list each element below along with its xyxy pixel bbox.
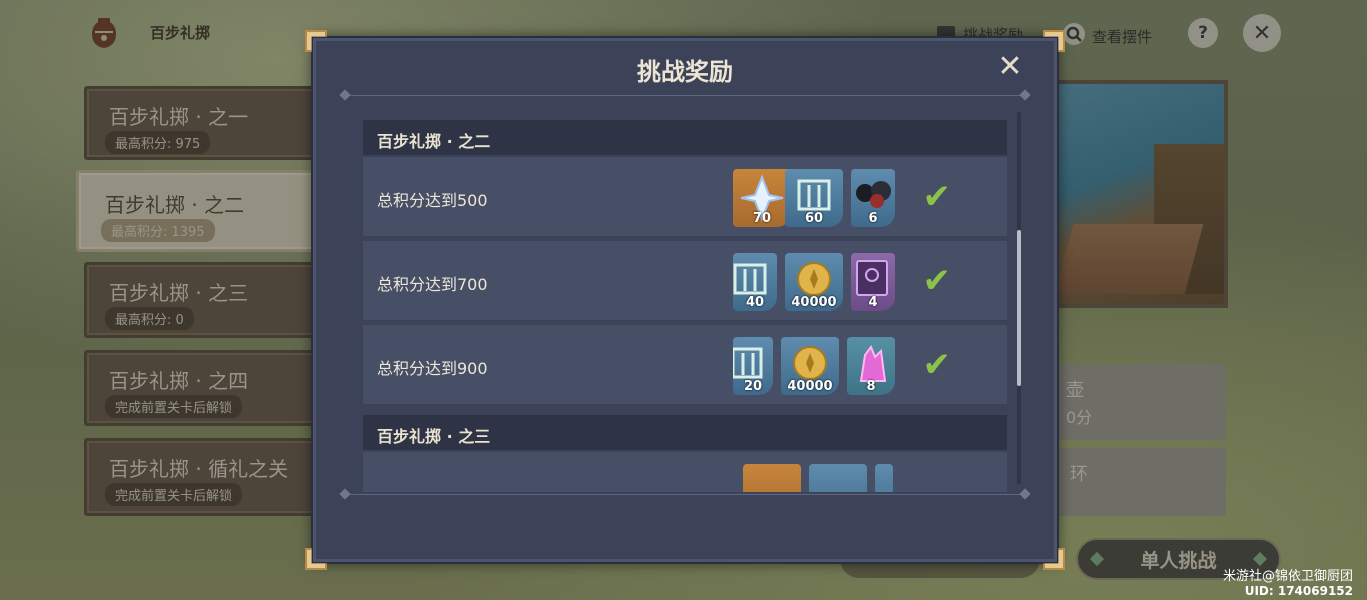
reward-condition: 总积分达到700	[377, 275, 488, 294]
ore-icon[interactable]	[875, 464, 893, 492]
divider	[345, 494, 1025, 495]
item-quantity: 70	[752, 211, 772, 226]
reward-row: 总积分达到700 40 40000 4 ✔	[363, 241, 1007, 321]
primogem-icon[interactable]: 70	[733, 169, 791, 227]
item-quantity: 20	[743, 379, 763, 394]
claimed-check-icon: ✔	[922, 345, 952, 385]
item-quantity: 4	[868, 295, 878, 310]
item-quantity: 6	[868, 211, 878, 226]
item-quantity: 8	[866, 379, 876, 394]
reward-row-partial	[363, 452, 1007, 492]
reward-list[interactable]: 百步礼掷 · 之二 总积分达到500 70 60 6 ✔ 总积分达到700 40…	[363, 102, 1009, 492]
item-quantity: 40000	[787, 379, 833, 394]
section-header: 百步礼掷 · 之二	[363, 120, 1007, 155]
watermark: 米游社@锦依卫御厨团 UID: 174069152	[1222, 569, 1353, 599]
mora-icon[interactable]: 40000	[785, 253, 843, 311]
corner-ornament	[1043, 548, 1065, 570]
crystal-icon[interactable]: 8	[847, 337, 895, 395]
uid-text: UID: 174069152	[1244, 584, 1353, 598]
item-quantity: 40	[745, 295, 765, 310]
reward-condition: 总积分达到900	[377, 359, 488, 378]
corner-ornament	[305, 548, 327, 570]
reward-condition: 总积分达到500	[377, 191, 488, 210]
divider	[345, 95, 1025, 96]
scrollbar-thumb[interactable]	[1017, 230, 1021, 386]
corner-ornament	[1043, 30, 1065, 52]
reward-row: 总积分达到900 20 40000 8 ✔	[363, 325, 1007, 405]
reward-row: 总积分达到500 70 60 6 ✔	[363, 157, 1007, 237]
modal-title: 挑战奖励	[637, 58, 733, 86]
watermark-line: 米游社@锦依卫御厨团	[1222, 569, 1353, 584]
gate-icon[interactable]: 20	[733, 337, 773, 395]
claimed-check-icon: ✔	[922, 261, 952, 301]
primogem-icon[interactable]	[743, 464, 801, 492]
item-quantity: 60	[804, 211, 824, 226]
gate-icon[interactable]: 60	[785, 169, 843, 227]
ore-icon[interactable]: 6	[851, 169, 895, 227]
section-header: 百步礼掷 · 之三	[363, 415, 1007, 450]
challenge-reward-modal: 挑战奖励 ✕ 百步礼掷 · 之二 总积分达到500 70 60 6 ✔ 总积分达…	[305, 30, 1059, 564]
close-icon[interactable]: ✕	[995, 52, 1025, 82]
gate-icon[interactable]: 40	[733, 253, 777, 311]
mora-icon[interactable]: 40000	[781, 337, 839, 395]
claimed-check-icon: ✔	[922, 177, 952, 217]
item-quantity: 40000	[791, 295, 837, 310]
corner-ornament	[305, 30, 327, 52]
book-icon[interactable]: 4	[851, 253, 895, 311]
gate-icon[interactable]	[809, 464, 867, 492]
